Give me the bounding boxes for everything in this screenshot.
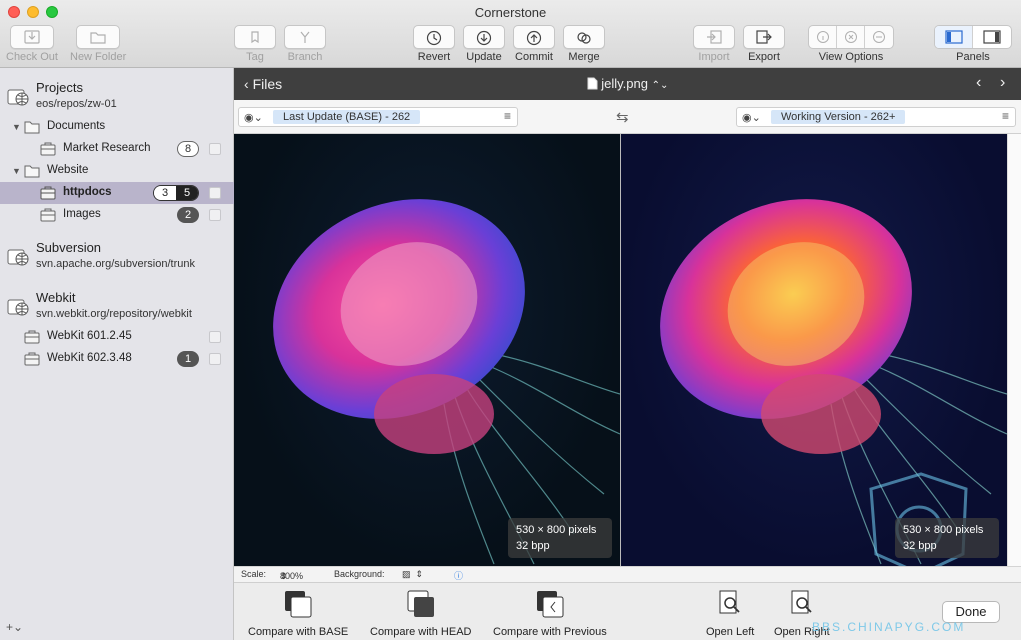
compare-with-previous-button[interactable]: Compare with Previous [493, 589, 607, 638]
sidebar-item-httpdocs[interactable]: httpdocs 3 5 [0, 182, 234, 204]
panels-control[interactable]: Panels [934, 25, 1012, 63]
path-bar: ‹ Files jelly.png ⌃⌄ ‹ › [234, 68, 1021, 100]
change-count-badge: 2 [177, 207, 199, 223]
document-icon [587, 77, 598, 90]
branch-icon [300, 31, 310, 43]
compare-with-head-button[interactable]: Compare with HEAD [370, 589, 471, 638]
image-info-overlay: 530 × 800 pixels 32 bpp [508, 518, 612, 558]
base-image-pane[interactable]: 530 × 800 pixels 32 bpp [234, 134, 620, 566]
menu-icon[interactable]: ≡ [504, 109, 511, 123]
change-count-badge: 8 [177, 141, 199, 157]
next-file-button[interactable]: › [1000, 74, 1005, 92]
watermark-text: BBS.CHINAPYG.COM [812, 620, 966, 634]
swap-arrows-icon[interactable]: ⇆ [616, 108, 629, 126]
radio-target-icon: ◉⌄ [742, 112, 761, 124]
sidebar-item-images[interactable]: Images 2 [0, 204, 234, 226]
working-copy-icon [24, 330, 40, 344]
project-projects[interactable]: Projects eos/repos/zw-01 [0, 76, 234, 116]
app-window: Cornerstone Check Out New Folder Tag Bra… [0, 0, 1021, 640]
info-icon[interactable] [809, 26, 837, 48]
project-webkit[interactable]: Webkit svn.webkit.org/repository/webkit [0, 286, 234, 326]
change-count-badge: 1 [177, 351, 199, 367]
sidebar-item-webkit-601[interactable]: WebKit 601.2.45 [0, 326, 234, 348]
merge-button[interactable]: Merge [563, 25, 605, 63]
merge-icon [577, 32, 591, 44]
working-image-pane[interactable]: 530 × 800 pixels 32 bpp [621, 134, 1007, 566]
tag-button[interactable]: Tag [234, 25, 276, 63]
open-left-button[interactable]: Open Left [706, 589, 754, 638]
check-out-button[interactable]: Check Out [6, 25, 58, 63]
sidebar-item-documents[interactable]: ▼ Documents [0, 116, 234, 138]
view-options-control[interactable]: View Options [808, 25, 894, 63]
folder-icon [90, 32, 106, 44]
revert-button[interactable]: Revert [413, 25, 455, 63]
magnifier-document-icon [719, 590, 740, 614]
sidebar-item-market-research[interactable]: Market Research 8 [0, 138, 234, 160]
discard-icon[interactable] [837, 26, 865, 48]
checkbox[interactable] [209, 331, 221, 343]
left-version-selector[interactable]: ◉⌄ Last Update (BASE) - 262 ≡ [238, 107, 518, 127]
folder-icon [24, 165, 40, 178]
repository-globe-icon [7, 249, 29, 266]
download-tray-icon [24, 30, 40, 44]
radio-target-icon: ◉⌄ [244, 112, 263, 124]
status-badge: 3 5 [153, 185, 199, 201]
disclosure-triangle-icon[interactable]: ▼ [12, 122, 21, 132]
tag-icon [251, 31, 259, 44]
compare-with-base-button[interactable]: Compare with BASE [248, 589, 348, 638]
checkbox[interactable] [209, 143, 221, 155]
compare-header: ◉⌄ Last Update (BASE) - 262 ≡ ⇆ ◉⌄ Worki… [234, 100, 1021, 134]
navigate-icon[interactable] [865, 26, 893, 48]
checkbox[interactable] [209, 209, 221, 221]
sidebar: Projects eos/repos/zw-01 ▼ Documents Mar… [0, 68, 234, 640]
working-copy-icon [24, 352, 40, 366]
update-button[interactable]: Update [463, 25, 505, 63]
branch-button[interactable]: Branch [284, 25, 326, 63]
repository-globe-icon [7, 89, 29, 106]
commit-button[interactable]: Commit [513, 25, 555, 63]
compare-previous-icon [536, 591, 564, 618]
magnifier-document-icon [791, 590, 812, 614]
new-folder-button[interactable]: New Folder [70, 25, 126, 63]
vertical-scrollbar[interactable] [1007, 134, 1021, 566]
right-panel-toggle-icon[interactable] [973, 26, 1011, 48]
jellyfish-image [273, 199, 620, 565]
repository-globe-icon [7, 299, 29, 316]
checkbox[interactable] [209, 353, 221, 365]
chevron-updown-icon: ⌃⌄ [651, 80, 669, 91]
folder-icon [24, 121, 40, 134]
export-button[interactable]: Export [743, 25, 785, 63]
sidebar-item-webkit-602[interactable]: WebKit 602.3.48 1 [0, 348, 234, 370]
background-checker-popup[interactable]: ▨ ⇕ [402, 569, 423, 580]
window-title: Cornerstone [474, 5, 547, 20]
file-name-popup[interactable]: jelly.png ⌃⌄ [234, 76, 1021, 91]
left-panel-toggle-icon[interactable] [935, 26, 973, 48]
export-icon [756, 30, 772, 44]
image-status-bar: Scale: 800% ⇕ Background: ▨ ⇕ ⓘ [234, 566, 1021, 582]
working-copy-icon [40, 186, 56, 200]
previous-file-button[interactable]: ‹ [976, 74, 981, 92]
compare-base-icon [285, 591, 312, 618]
disclosure-triangle-icon[interactable]: ▼ [12, 166, 21, 176]
right-version-selector[interactable]: ◉⌄ Working Version - 262+ ≡ [736, 107, 1016, 127]
compare-head-icon [407, 590, 434, 617]
toolbar: Cornerstone Check Out New Folder Tag Bra… [0, 0, 1021, 68]
menu-icon[interactable]: ≡ [1002, 109, 1009, 123]
import-button[interactable]: Import [693, 25, 735, 63]
stepper-icon: ⇕ [280, 571, 288, 581]
add-repository-button[interactable]: +⌄ [6, 620, 23, 634]
update-arrow-down-icon [476, 30, 492, 46]
sidebar-item-website[interactable]: ▼ Website [0, 160, 234, 182]
checkbox[interactable] [209, 187, 221, 199]
info-icon[interactable]: ⓘ [454, 569, 463, 582]
import-icon [707, 30, 722, 44]
project-subversion[interactable]: Subversion svn.apache.org/subversion/tru… [0, 236, 234, 276]
commit-arrow-up-icon [526, 30, 542, 46]
working-copy-icon [40, 208, 56, 222]
image-info-overlay: 530 × 800 pixels 32 bpp [895, 518, 999, 558]
jellyfish-image [660, 199, 1007, 566]
revert-clock-icon [426, 30, 442, 46]
working-copy-icon [40, 142, 56, 156]
